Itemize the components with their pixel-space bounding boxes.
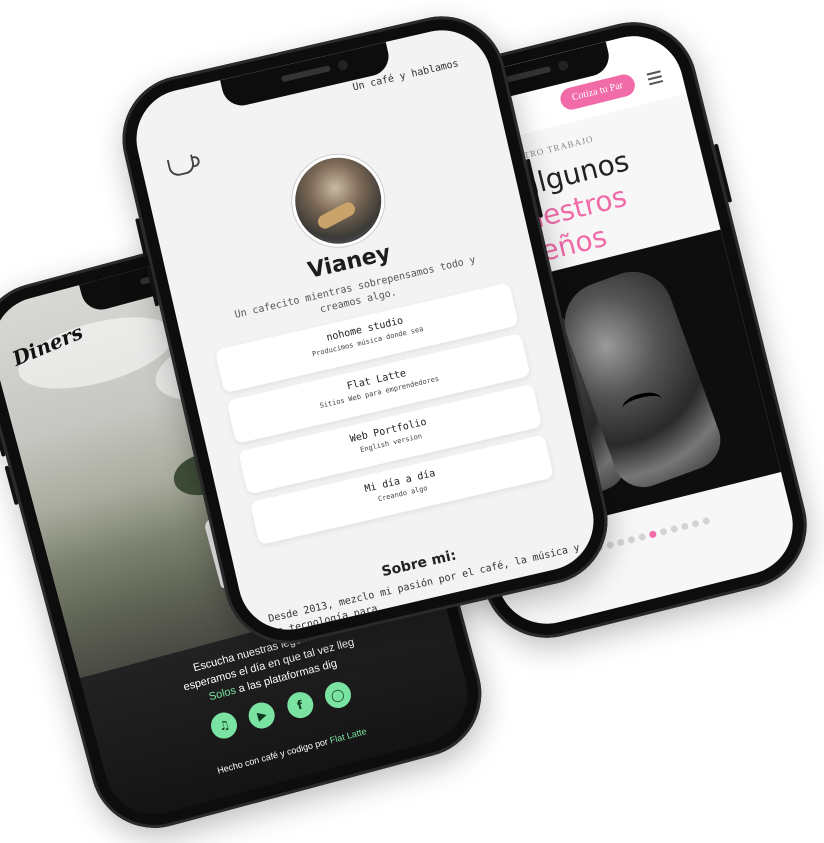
power-button [713,143,733,203]
volume-button [4,465,19,506]
carousel-dot[interactable] [680,522,689,531]
carousel-dot[interactable] [637,532,646,542]
volume-button [135,217,149,258]
carousel-dot[interactable] [626,535,636,545]
coffee-cup-icon[interactable] [166,154,197,178]
avatar [283,145,394,256]
phone-notch [220,41,393,110]
carousel-dot[interactable] [658,527,668,537]
carousel-dot[interactable] [669,524,678,534]
carousel-dot[interactable] [605,540,614,550]
carousel-dot[interactable] [648,530,657,539]
carousel-dot[interactable] [616,538,625,547]
carousel-dot[interactable] [690,519,700,529]
volume-button [0,417,6,457]
carousel-dot[interactable] [701,516,710,526]
